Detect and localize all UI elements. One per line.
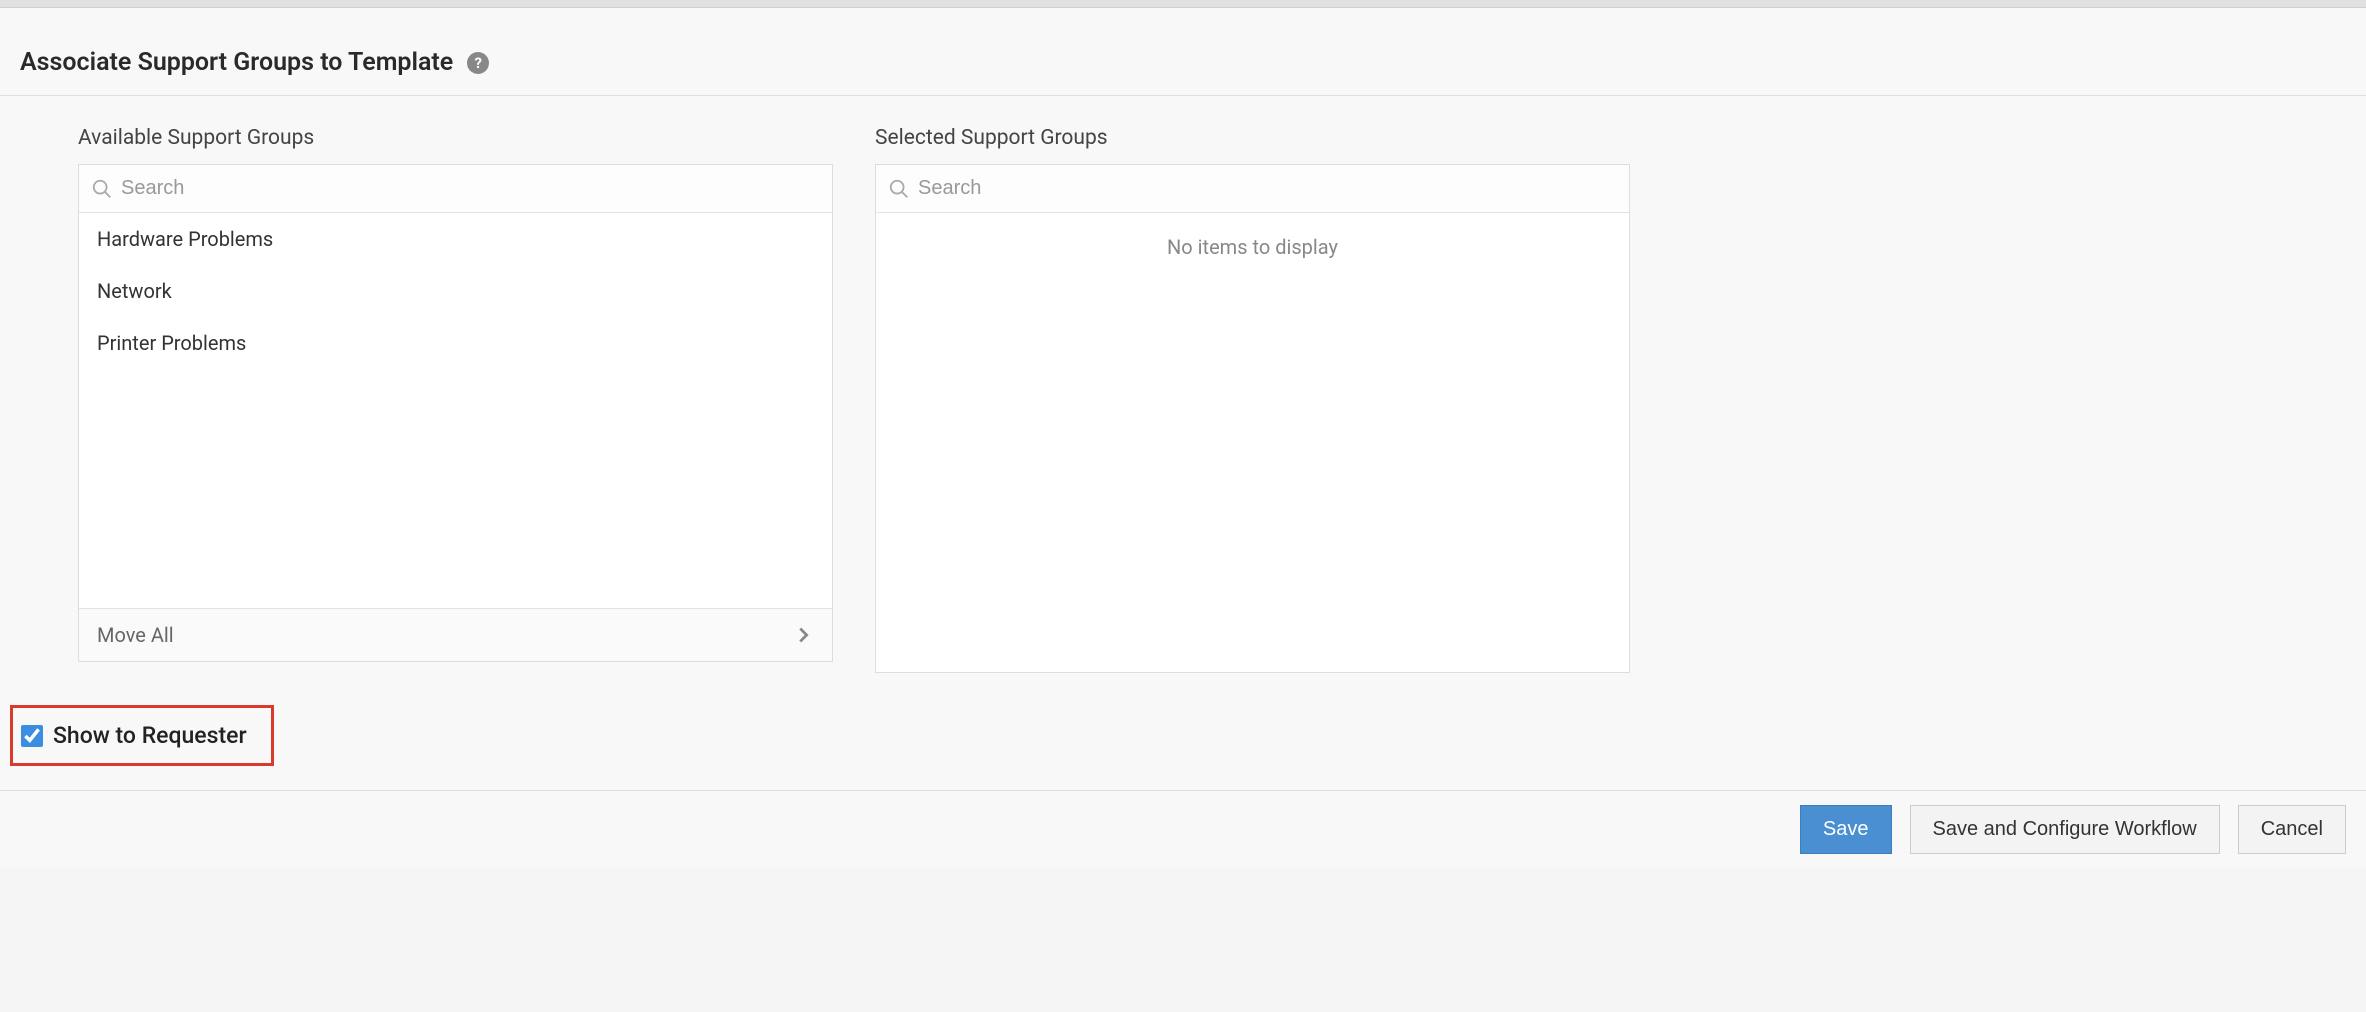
dual-list-columns: Available Support Groups Hardware Proble… [0, 96, 2366, 693]
selected-items-area: No items to display [876, 213, 1629, 672]
selected-panel: No items to display [875, 164, 1630, 673]
show-to-requester-checkbox[interactable] [21, 725, 43, 747]
top-border [0, 0, 2366, 8]
search-icon [91, 178, 113, 200]
available-label: Available Support Groups [78, 126, 833, 150]
selected-label: Selected Support Groups [875, 126, 1630, 150]
page-title: Associate Support Groups to Template [20, 48, 453, 77]
chevron-right-icon [792, 624, 814, 646]
move-all-button[interactable]: Move All [79, 608, 832, 661]
available-search-row [79, 165, 832, 213]
save-button[interactable]: Save [1800, 805, 1892, 854]
available-column: Available Support Groups Hardware Proble… [78, 126, 833, 673]
cancel-button[interactable]: Cancel [2238, 805, 2346, 854]
list-item[interactable]: Hardware Problems [79, 213, 832, 265]
save-configure-workflow-button[interactable]: Save and Configure Workflow [1910, 805, 2220, 854]
move-all-label: Move All [97, 623, 174, 647]
selected-column: Selected Support Groups No items to disp… [875, 126, 1630, 673]
list-item[interactable]: Network [79, 265, 832, 317]
search-icon [888, 178, 910, 200]
available-items-area: Hardware Problems Network Printer Proble… [79, 213, 832, 608]
list-item[interactable]: Printer Problems [79, 317, 832, 369]
selected-search-row [876, 165, 1629, 213]
available-search-input[interactable] [113, 173, 820, 204]
help-icon[interactable]: ? [467, 52, 489, 74]
show-to-requester-label: Show to Requester [53, 722, 247, 749]
available-panel: Hardware Problems Network Printer Proble… [78, 164, 833, 662]
page-header: Associate Support Groups to Template ? [0, 8, 2366, 96]
footer-bar: Save Save and Configure Workflow Cancel [0, 790, 2366, 868]
page-content: Associate Support Groups to Template ? A… [0, 8, 2366, 868]
show-to-requester-row: Show to Requester [10, 705, 274, 766]
selected-search-input[interactable] [910, 173, 1617, 204]
empty-state-text: No items to display [876, 213, 1629, 281]
